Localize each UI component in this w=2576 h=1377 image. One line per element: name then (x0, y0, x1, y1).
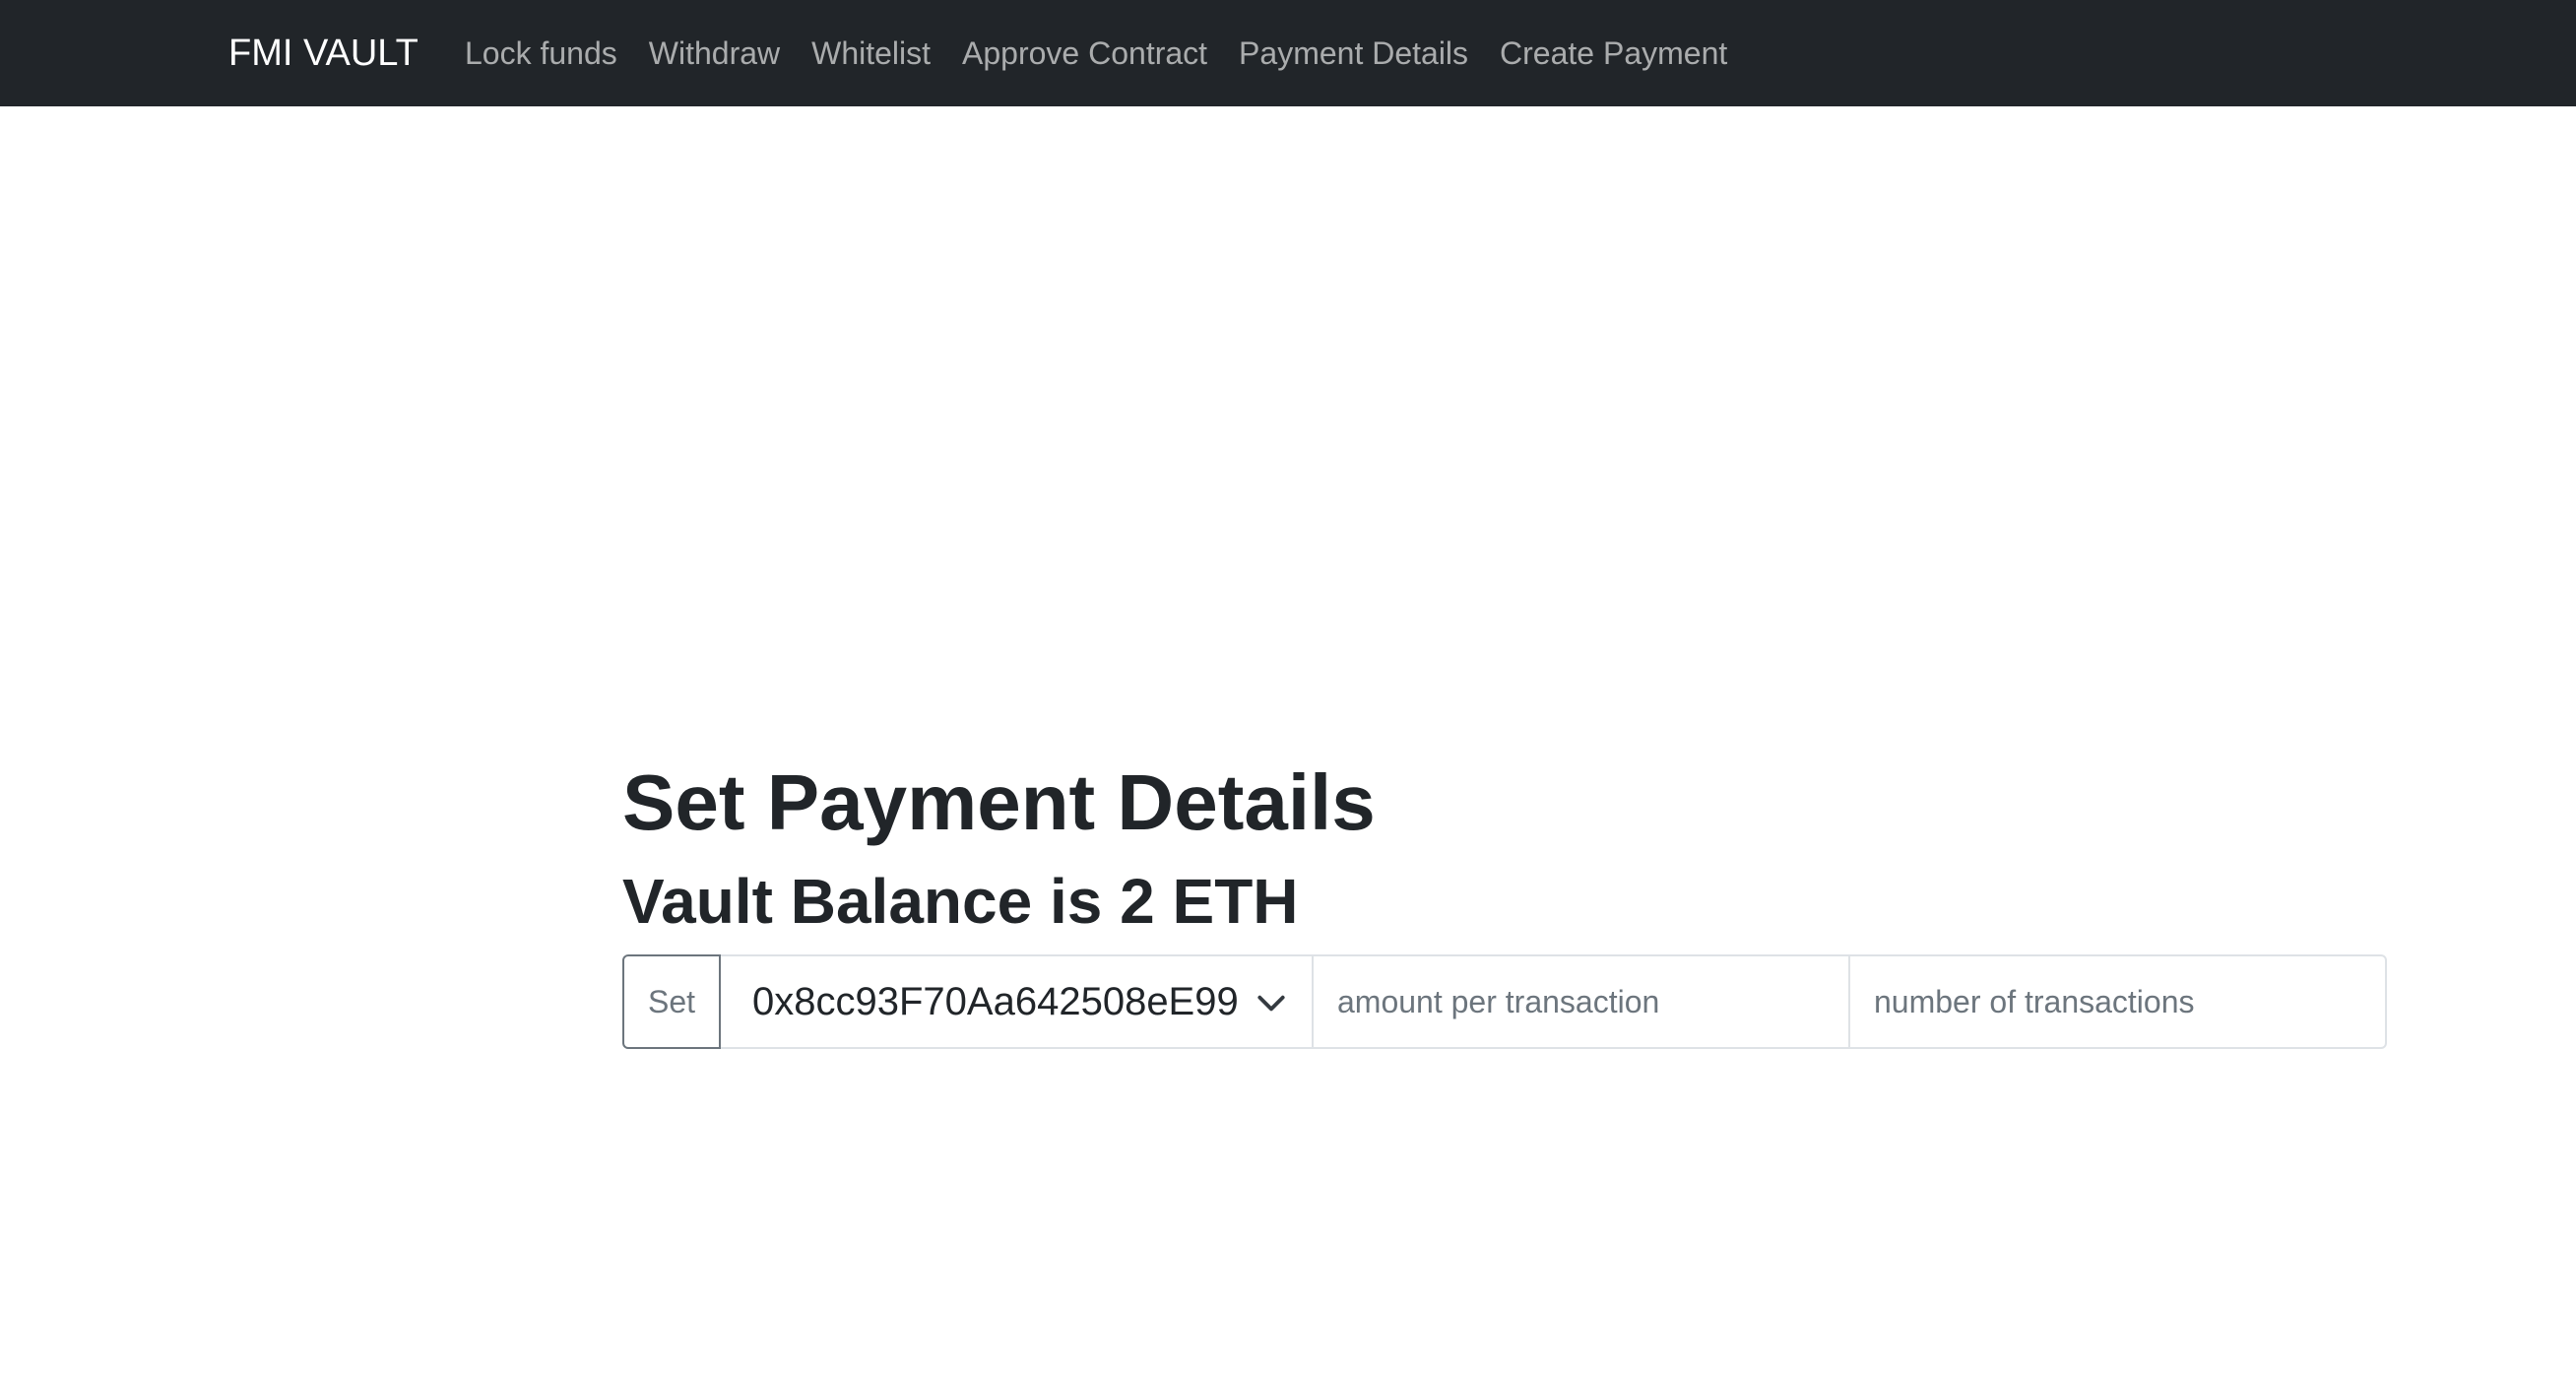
brand-logo[interactable]: FMI VAULT (228, 0, 419, 106)
amount-per-transaction-input[interactable] (1314, 954, 1850, 1049)
address-select[interactable]: 0x8cc93F70Aa642508eE99 (721, 954, 1314, 1049)
vault-balance: Vault Balance is 2 ETH (622, 866, 1299, 937)
navbar: FMI VAULT Lock funds Withdraw Whitelist … (0, 0, 2576, 106)
nav-link-withdraw[interactable]: Withdraw (649, 35, 780, 72)
nav-link-payment-details[interactable]: Payment Details (1239, 35, 1468, 72)
nav-link-whitelist[interactable]: Whitelist (811, 35, 931, 72)
payment-details-form: Set 0x8cc93F70Aa642508eE99 (622, 954, 2387, 1049)
set-button[interactable]: Set (622, 954, 721, 1049)
nav-link-create-payment[interactable]: Create Payment (1500, 35, 1727, 72)
nav-link-approve-contract[interactable]: Approve Contract (962, 35, 1207, 72)
chevron-down-icon (1257, 995, 1285, 1012)
nav-links: Lock funds Withdraw Whitelist Approve Co… (465, 0, 1759, 106)
number-of-transactions-input[interactable] (1850, 954, 2387, 1049)
page-title: Set Payment Details (622, 758, 1376, 846)
nav-link-lock-funds[interactable]: Lock funds (465, 35, 617, 72)
selected-address: 0x8cc93F70Aa642508eE99 (752, 980, 1239, 1023)
main-content: Set Payment Details Vault Balance is 2 E… (622, 749, 2387, 1049)
